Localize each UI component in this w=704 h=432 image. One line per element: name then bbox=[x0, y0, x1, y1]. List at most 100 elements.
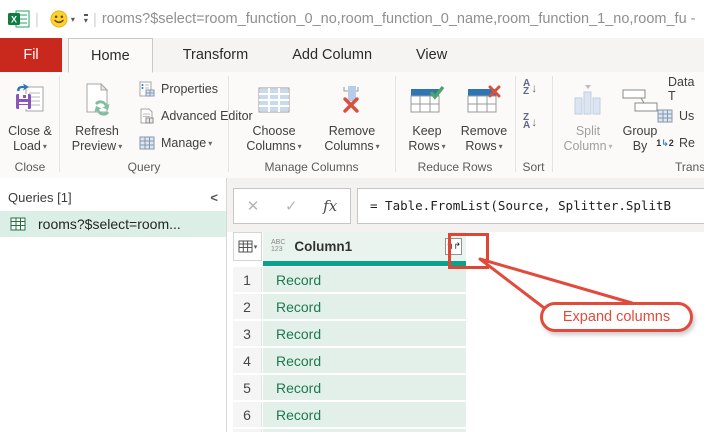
annotation-callout-text: Expand columns bbox=[563, 309, 670, 325]
keep-rows-button[interactable]: Keep Rows▾ bbox=[401, 76, 453, 154]
refresh-preview-button[interactable]: Refresh Preview▾ bbox=[64, 76, 130, 154]
choose-columns-label-line1: Choose bbox=[252, 124, 295, 138]
advanced-editor-icon bbox=[139, 108, 155, 124]
query-list-item[interactable]: rooms?$select=room... bbox=[0, 211, 226, 237]
power-query-editor-window: X | ▾ ▾ | rooms?$select=room_function_0_… bbox=[0, 0, 704, 432]
dropdown-caret: ▾ bbox=[208, 139, 212, 148]
editor-content: ✕ ✓ fx = Table.FromList(Source, Splitter… bbox=[227, 178, 704, 432]
group-separator bbox=[515, 76, 516, 172]
manage-label: Manage bbox=[161, 136, 206, 150]
refresh-label-line2: Preview bbox=[72, 139, 116, 153]
group-separator bbox=[228, 76, 229, 172]
group-by-label-line2: By bbox=[633, 139, 648, 153]
table-row-cell[interactable]: Record bbox=[263, 402, 466, 427]
dropdown-caret: ▾ bbox=[499, 142, 503, 151]
tab-file[interactable]: Fil bbox=[0, 38, 62, 72]
remove-columns-button[interactable]: Remove Columns▾ bbox=[314, 76, 390, 154]
split-column-button[interactable]: Split Column▾ bbox=[560, 76, 616, 154]
ribbon: Close & Load▾ Refresh Preview▾ Prope bbox=[0, 72, 704, 179]
dropdown-caret: ▾ bbox=[43, 142, 47, 151]
close-load-label-line2: Load bbox=[13, 139, 41, 153]
properties-label: Properties bbox=[161, 82, 218, 96]
remove-columns-icon bbox=[336, 85, 368, 115]
fx-add-step-icon[interactable]: fx bbox=[323, 197, 337, 215]
use-first-row-as-headers-button[interactable]: Us bbox=[656, 105, 694, 127]
formula-toolbar: ✕ ✓ fx bbox=[233, 188, 351, 224]
group-label-reduce-rows: Reduce Rows bbox=[395, 160, 515, 174]
row-number[interactable]: 1 bbox=[233, 267, 262, 292]
select-all-button[interactable]: ▾ bbox=[233, 232, 262, 261]
query-table-icon bbox=[10, 217, 26, 231]
divider: | bbox=[93, 11, 97, 28]
tab-home[interactable]: Home bbox=[68, 38, 153, 73]
group-label-sort: Sort bbox=[515, 160, 552, 174]
sort-ascending-button[interactable]: AZ ↓ bbox=[523, 80, 537, 96]
group-label-close: Close bbox=[0, 160, 60, 174]
smiley-dropdown-caret[interactable]: ▾ bbox=[71, 15, 75, 24]
close-and-load-button[interactable]: Close & Load▾ bbox=[2, 76, 58, 154]
row-number[interactable]: 6 bbox=[233, 402, 262, 427]
group-label-query: Query bbox=[60, 160, 228, 174]
dropdown-caret: ▾ bbox=[376, 142, 380, 151]
table-corner-icon bbox=[238, 240, 253, 253]
refresh-label-line1: Refresh bbox=[75, 124, 119, 138]
corner-dropdown-caret: ▾ bbox=[254, 243, 258, 251]
remove-columns-label-line1: Remove bbox=[329, 124, 376, 138]
table-row-cell[interactable]: Record bbox=[263, 294, 466, 319]
replace-values-button[interactable]: 1↳2 Re bbox=[656, 132, 695, 154]
remove-rows-button[interactable]: Remove Rows▾ bbox=[456, 76, 512, 154]
keep-rows-label-line1: Keep bbox=[412, 124, 441, 138]
row-number[interactable]: 5 bbox=[233, 375, 262, 400]
queries-pane: Queries [1] < rooms?$select=room... bbox=[0, 178, 227, 432]
choose-columns-button[interactable]: Choose Columns▾ bbox=[238, 76, 310, 154]
sort-down-arrow-icon: ↓ bbox=[531, 84, 537, 92]
ribbon-tab-bar: Fil Home Transform Add Column View bbox=[0, 38, 704, 72]
choose-columns-icon bbox=[257, 86, 291, 114]
window-title: rooms?$select=room_function_0_no,room_fu… bbox=[102, 11, 704, 27]
column-type-abc123-icon: ABC123 bbox=[271, 240, 285, 253]
choose-columns-label-line2: Columns bbox=[246, 139, 295, 153]
annotation-highlight-box bbox=[448, 233, 489, 269]
divider: | bbox=[35, 11, 39, 28]
group-separator bbox=[59, 76, 60, 172]
advanced-editor-button[interactable]: Advanced Editor bbox=[138, 105, 253, 127]
group-separator bbox=[552, 76, 553, 172]
feedback-smiley-icon[interactable] bbox=[50, 10, 68, 28]
sort-descending-button[interactable]: ZA ↓ bbox=[523, 114, 537, 130]
formula-input[interactable]: = Table.FromList(Source, Splitter.SplitB bbox=[357, 188, 704, 224]
replace-values-label: Re bbox=[679, 136, 695, 150]
row-number[interactable]: 4 bbox=[233, 348, 262, 373]
properties-button[interactable]: Properties bbox=[138, 78, 218, 100]
column-header-column1[interactable]: ABC123 Column1 ↰↱ bbox=[263, 232, 466, 261]
table-row-cell[interactable]: Record bbox=[263, 321, 466, 346]
split-column-label-line1: Split bbox=[576, 124, 600, 138]
group-label-manage-columns: Manage Columns bbox=[228, 160, 395, 174]
row-number[interactable]: 2 bbox=[233, 294, 262, 319]
manage-icon bbox=[139, 136, 155, 150]
cancel-formula-icon[interactable]: ✕ bbox=[247, 197, 260, 215]
selected-column-accent-bar bbox=[263, 261, 466, 266]
data-type-button[interactable]: Data T bbox=[668, 78, 704, 100]
commit-formula-icon[interactable]: ✓ bbox=[285, 197, 298, 215]
manage-button[interactable]: Manage ▾ bbox=[138, 132, 212, 154]
use-first-row-icon bbox=[657, 109, 673, 123]
tab-transform[interactable]: Transform bbox=[161, 38, 271, 72]
close-load-icon bbox=[13, 83, 47, 117]
row-number[interactable]: 3 bbox=[233, 321, 262, 346]
table-row-cell[interactable]: Record bbox=[263, 375, 466, 400]
tab-add-column[interactable]: Add Column bbox=[270, 38, 394, 72]
table-row-cell[interactable]: Record bbox=[263, 348, 466, 373]
keep-rows-label-line2: Rows bbox=[408, 139, 439, 153]
quick-access-toolbar-caret[interactable]: ▾ bbox=[84, 14, 88, 24]
dropdown-caret: ▾ bbox=[118, 142, 122, 151]
tab-view[interactable]: View bbox=[394, 38, 469, 72]
refresh-preview-icon bbox=[80, 82, 114, 118]
data-type-label: Data T bbox=[668, 75, 704, 103]
group-separator bbox=[395, 76, 396, 172]
collapse-pane-chevron-icon[interactable]: < bbox=[210, 190, 218, 205]
table-row-cell[interactable]: Record bbox=[263, 267, 466, 292]
column-name: Column1 bbox=[294, 239, 352, 254]
use-first-row-label: Us bbox=[679, 109, 694, 123]
svg-text:X: X bbox=[11, 15, 17, 25]
query-name: rooms?$select=room... bbox=[38, 216, 181, 232]
